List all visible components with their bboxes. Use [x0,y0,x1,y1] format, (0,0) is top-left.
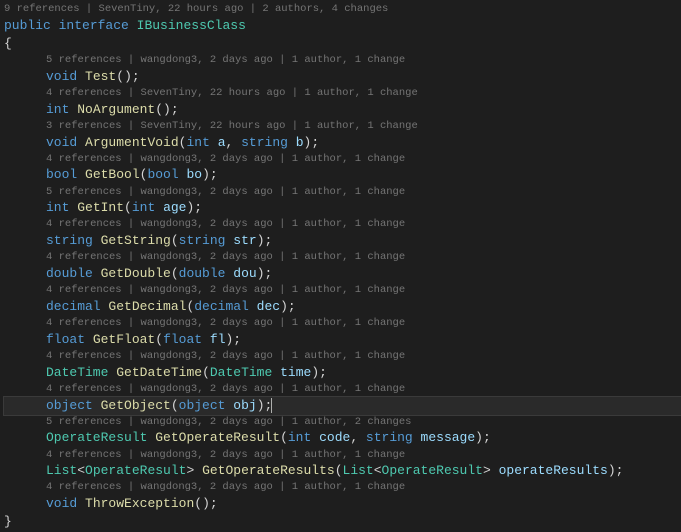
parameter-name: operateResults [499,463,608,478]
method-name: GetObject [101,398,171,413]
codelens[interactable]: 4 references | wangdong3, 2 days ago | 1… [4,283,681,298]
code-line[interactable]: OperateResult GetOperateResult(int code,… [4,429,681,447]
codelens[interactable]: 4 references | wangdong3, 2 days ago | 1… [4,382,681,397]
keyword-type: float [163,332,202,347]
method-name: GetString [101,233,171,248]
keyword-interface: interface [59,18,129,33]
keyword-type: bool [147,167,178,182]
method-name: GetDecimal [108,299,186,314]
text-cursor [271,398,272,413]
code-line[interactable]: DateTime GetDateTime(DateTime time); [4,364,681,382]
type-name: List [46,463,77,478]
method-name: GetOperateResult [155,430,280,445]
parameter-name: dou [233,266,256,281]
method-name: GetDouble [101,266,171,281]
code-line[interactable]: int GetInt(int age); [4,199,681,217]
keyword-type: decimal [194,299,249,314]
parameter-name: code [319,430,350,445]
close-brace: } [4,514,12,529]
method-name: NoArgument [77,102,155,117]
codelens[interactable]: 5 references | wangdong3, 2 days ago | 1… [4,53,681,68]
keyword-type: float [46,332,85,347]
keyword-type: void [46,135,77,150]
method-name: GetInt [77,200,124,215]
code-line[interactable]: object GetObject(object obj); [4,397,681,415]
keyword-type: double [46,266,93,281]
keyword-type: string [46,233,93,248]
keyword-type: string [241,135,288,150]
type-name: IBusinessClass [137,18,246,33]
codelens[interactable]: 4 references | wangdong3, 2 days ago | 1… [4,448,681,463]
parameter-name: obj [233,398,256,413]
keyword-type: int [46,102,69,117]
open-brace: { [4,36,12,51]
parameter-name: str [233,233,256,248]
method-name: GetBool [85,167,140,182]
keyword-type: double [179,266,226,281]
type-name: OperateResult [382,463,483,478]
keyword-type: object [46,398,93,413]
code-line[interactable]: { [4,35,681,53]
keyword-type: decimal [46,299,101,314]
code-line[interactable]: bool GetBool(bool bo); [4,166,681,184]
codelens[interactable]: 4 references | wangdong3, 2 days ago | 1… [4,316,681,331]
code-line[interactable]: decimal GetDecimal(decimal dec); [4,298,681,316]
keyword-type: string [179,233,226,248]
codelens[interactable]: 4 references | wangdong3, 2 days ago | 1… [4,480,681,495]
parameter-name: message [421,430,476,445]
keyword-type: object [179,398,226,413]
parameter-name: time [280,365,311,380]
codelens[interactable]: 4 references | SevenTiny, 22 hours ago |… [4,86,681,101]
method-name: ThrowException [85,496,194,511]
keyword-type: bool [46,167,77,182]
code-line[interactable]: double GetDouble(double dou); [4,265,681,283]
type-name: DateTime [210,365,272,380]
method-name: Test [85,69,116,84]
code-line[interactable]: List<OperateResult> GetOperateResults(Li… [4,462,681,480]
keyword-type: void [46,69,77,84]
parameter-name: bo [186,167,202,182]
parameter-name: dec [257,299,280,314]
keyword-public: public [4,18,51,33]
code-line[interactable]: int NoArgument(); [4,101,681,119]
parameter-name: a [218,135,226,150]
code-line[interactable]: public interface IBusinessClass [4,17,681,35]
parameter-name: age [163,200,186,215]
method-name: GetFloat [93,332,155,347]
type-name: OperateResult [85,463,186,478]
codelens[interactable]: 4 references | wangdong3, 2 days ago | 1… [4,250,681,265]
method-name: ArgumentVoid [85,135,179,150]
keyword-type: string [366,430,413,445]
codelens[interactable]: 3 references | SevenTiny, 22 hours ago |… [4,119,681,134]
codelens[interactable]: 4 references | wangdong3, 2 days ago | 1… [4,349,681,364]
code-line[interactable]: void ArgumentVoid(int a, string b); [4,134,681,152]
code-line[interactable]: void Test(); [4,68,681,86]
code-line[interactable]: float GetFloat(float fl); [4,331,681,349]
keyword-type: int [186,135,209,150]
code-line[interactable]: } [4,513,681,531]
type-name: OperateResult [46,430,147,445]
method-name: GetDateTime [116,365,202,380]
code-line[interactable]: string GetString(string str); [4,232,681,250]
keyword-type: int [46,200,69,215]
codelens[interactable]: 4 references | wangdong3, 2 days ago | 1… [4,152,681,167]
parameter-name: fl [210,332,226,347]
keyword-type: int [132,200,155,215]
type-name: DateTime [46,365,108,380]
keyword-type: int [288,430,311,445]
code-editor[interactable]: 9 references | SevenTiny, 22 hours ago |… [0,0,681,532]
keyword-type: void [46,496,77,511]
method-name: GetOperateResults [202,463,335,478]
type-name: List [343,463,374,478]
codelens[interactable]: 4 references | wangdong3, 2 days ago | 1… [4,217,681,232]
parameter-name: b [296,135,304,150]
codelens[interactable]: 5 references | wangdong3, 2 days ago | 1… [4,185,681,200]
codelens[interactable]: 5 references | wangdong3, 2 days ago | 1… [4,415,681,430]
codelens[interactable]: 9 references | SevenTiny, 22 hours ago |… [4,2,681,17]
code-line[interactable]: void ThrowException(); [4,495,681,513]
